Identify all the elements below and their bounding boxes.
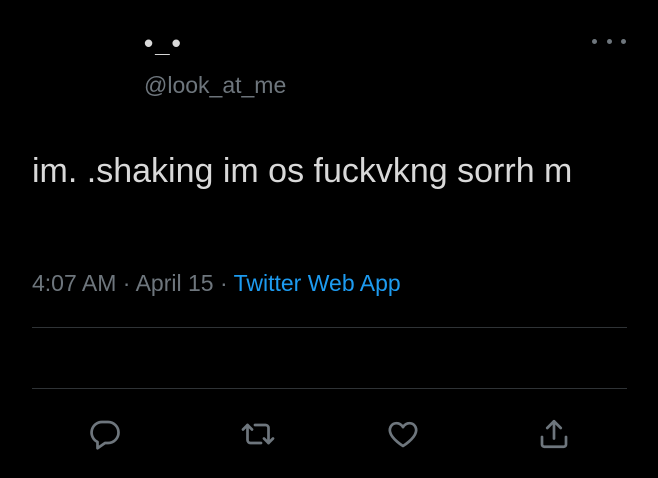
tweet-card: •_• @look_at_me im. .shaking im os fuckv… xyxy=(0,0,658,478)
retweet-button[interactable] xyxy=(236,412,280,456)
tweet-text: im. .shaking im os fuckvkng sorrh m xyxy=(32,152,573,190)
share-button[interactable] xyxy=(532,412,576,456)
author-display-name[interactable]: •_• xyxy=(144,28,183,59)
more-options-button[interactable] xyxy=(592,30,626,52)
tweet-meta: 4:07 AM · April 15 · Twitter Web App xyxy=(32,270,401,297)
more-dot-icon xyxy=(606,38,612,44)
reply-icon xyxy=(90,420,120,450)
share-icon xyxy=(540,419,568,449)
retweet-icon xyxy=(241,423,275,445)
tweet-source-link[interactable]: Twitter Web App xyxy=(234,270,401,296)
author-handle[interactable]: @look_at_me xyxy=(144,72,286,99)
heart-icon xyxy=(388,421,418,448)
action-bar xyxy=(0,412,658,456)
meta-separator: · xyxy=(219,270,228,296)
more-dot-icon xyxy=(592,38,597,44)
tweet-date[interactable]: April 15 xyxy=(136,270,214,296)
tweet-time[interactable]: 4:07 AM xyxy=(32,270,116,296)
meta-separator: · xyxy=(122,270,131,296)
divider xyxy=(32,388,627,389)
more-dot-icon xyxy=(621,38,626,44)
divider xyxy=(32,327,627,328)
like-button[interactable] xyxy=(381,412,425,456)
reply-button[interactable] xyxy=(83,412,127,456)
